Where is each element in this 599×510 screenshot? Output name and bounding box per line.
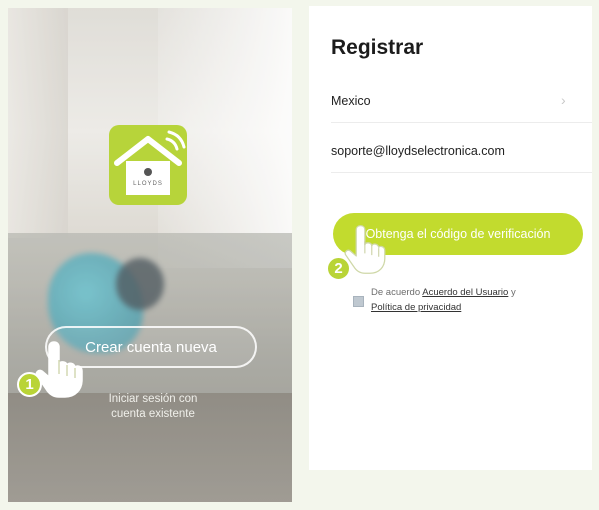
logo-brand-text: LLOYDS — [133, 181, 163, 187]
login-line-2: cuenta existente — [111, 408, 195, 420]
step-1-badge: 1 — [17, 372, 42, 397]
country-value: Mexico — [331, 94, 371, 108]
create-account-label: Crear cuenta nueva — [85, 338, 217, 356]
email-field[interactable]: soporte@lloydselectronica.com — [331, 144, 581, 158]
login-line-1: Iniciar sesión con — [108, 393, 198, 405]
divider — [331, 122, 592, 123]
page-title: Registrar — [331, 36, 424, 59]
divider — [331, 172, 592, 173]
agreement-joiner: y — [510, 287, 516, 298]
verify-button-label: Obtenga el código de verificación — [365, 227, 551, 241]
wifi-icon — [165, 130, 186, 151]
agreement-text: De acuerdo Acuerdo del Usuario y Polític… — [371, 285, 586, 315]
login-existing-account-link[interactable]: Iniciar sesión con cuenta existente — [68, 392, 238, 422]
privacy-policy-link[interactable]: Política de privacidad — [371, 302, 461, 313]
background-overlay — [8, 8, 292, 502]
step-1-number: 1 — [25, 376, 34, 393]
welcome-screen: LLOYDS Crear cuenta nueva Iniciar sesión… — [8, 8, 292, 502]
step-2-badge: 2 — [326, 256, 351, 281]
step-2-number: 2 — [334, 260, 343, 277]
app-logo: LLOYDS — [109, 125, 187, 205]
user-agreement-link[interactable]: Acuerdo del Usuario — [422, 287, 508, 298]
email-value: soporte@lloydselectronica.com — [331, 144, 505, 158]
agreement-prefix: De acuerdo — [371, 287, 421, 298]
house-logo-icon — [114, 130, 186, 195]
agreement-checkbox[interactable] — [353, 296, 364, 307]
chevron-right-icon: › — [561, 92, 566, 108]
country-selector[interactable]: Mexico — [331, 94, 581, 108]
